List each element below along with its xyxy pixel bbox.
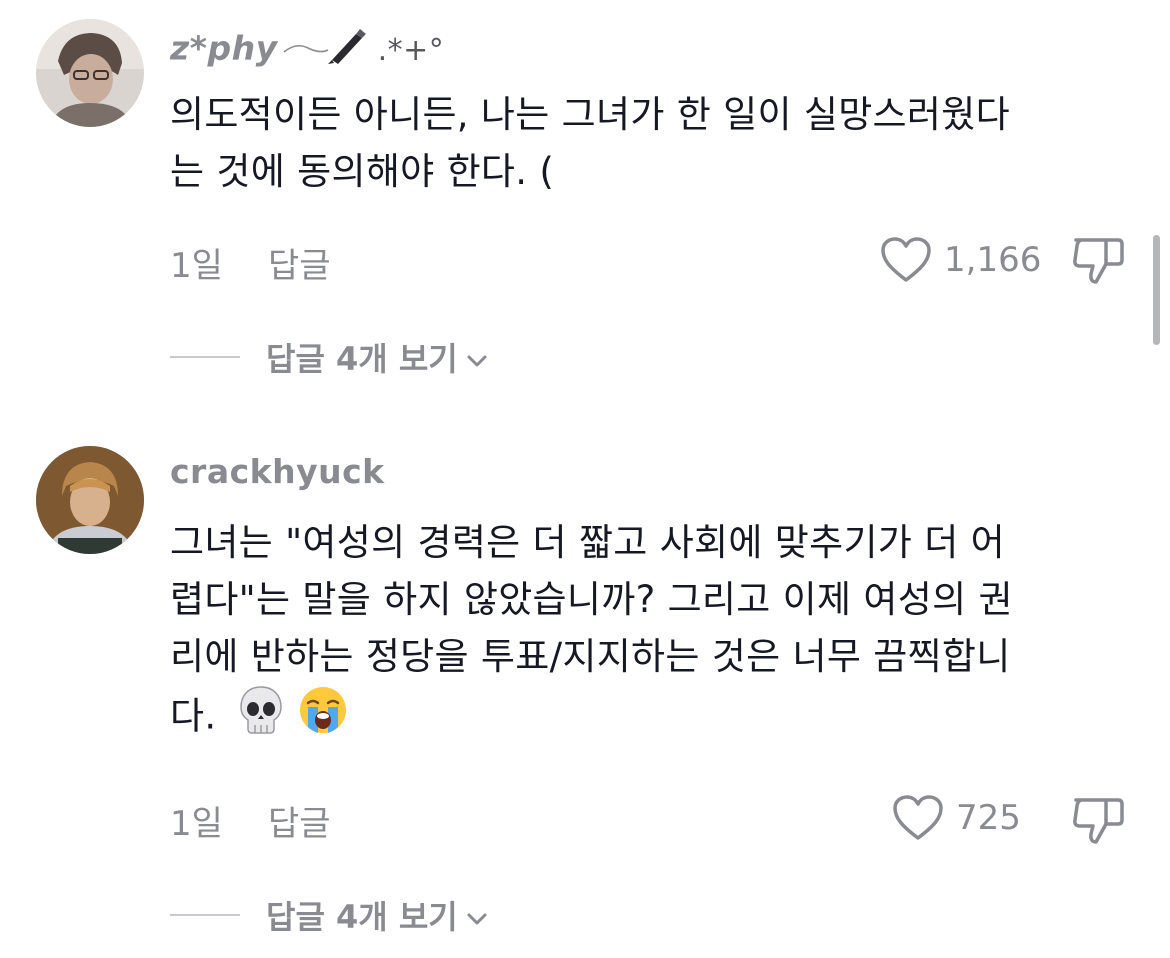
comment-item: crackhyuck 그녀는 "여성의 경력은 더 짧고 사회에 맞추기가 더 … [0, 400, 1170, 958]
comment-time: 1일 [170, 804, 223, 844]
divider [170, 356, 240, 358]
comment-time: 1일 [170, 246, 223, 286]
username[interactable]: crackhyuck [170, 452, 385, 491]
like-button[interactable]: 725 [892, 794, 1021, 842]
username[interactable]: z*phy .*+° [170, 26, 444, 74]
view-replies-button[interactable]: 답글 4개 보기 [170, 334, 488, 380]
avatar-image [36, 446, 144, 554]
username-text: z*phy [170, 28, 278, 68]
thumbs-down-outline-icon [1070, 794, 1126, 848]
comment-text-line: 는 것에 동의해야 한다. ( [170, 150, 555, 193]
thumbs-down-outline-icon [1070, 234, 1126, 288]
comment-text-line: 다. [170, 694, 217, 738]
like-count: 725 [956, 798, 1021, 838]
comment-text-line: 렵다"는 말을 하지 않았습니까? 그리고 이제 여성의 권 [170, 578, 1013, 621]
pen-icon [282, 26, 368, 74]
comment-text-line-last: 다. [170, 685, 1130, 751]
comment-text-line: 의도적이든 아니든, 나는 그녀가 한 일이 실망스러웠다 [170, 93, 1010, 136]
chevron-down-icon [466, 338, 488, 376]
comment-text-line: 리에 반하는 정당을 투표/지지하는 것은 너무 끔찍합니 [170, 635, 1011, 678]
skull-emoji [238, 685, 284, 751]
reply-button[interactable]: 답글 [268, 238, 331, 287]
divider [170, 914, 240, 916]
avatar[interactable] [36, 446, 144, 554]
comment-item: z*phy .*+° 의도적이든 아니든, 나는 그녀가 한 일이 실망스러웠다 … [0, 0, 1170, 400]
like-button[interactable]: 1,166 [880, 236, 1041, 284]
comment-text-line: 그녀는 "여성의 경력은 더 짧고 사회에 맞추기가 더 어 [170, 521, 1005, 564]
comment-meta: 1일 답글 [170, 796, 331, 845]
dislike-button[interactable] [1070, 234, 1126, 288]
view-replies-button[interactable]: 답글 4개 보기 [170, 892, 488, 938]
username-text: crackhyuck [170, 452, 385, 491]
loudly-crying-face-emoji [298, 685, 348, 751]
heart-outline-icon [880, 236, 932, 284]
dislike-button[interactable] [1070, 794, 1126, 848]
scrollbar[interactable] [1153, 235, 1160, 345]
chevron-down-icon [466, 896, 488, 934]
avatar[interactable] [36, 19, 144, 127]
heart-outline-icon [892, 794, 944, 842]
comment-text: 의도적이든 아니든, 나는 그녀가 한 일이 실망스러웠다 는 것에 동의해야 … [170, 86, 1130, 200]
view-replies-label: 답글 4개 보기 [266, 898, 458, 936]
like-count: 1,166 [944, 240, 1042, 280]
avatar-image [36, 19, 144, 127]
comment-text: 그녀는 "여성의 경력은 더 짧고 사회에 맞추기가 더 어 렵다"는 말을 하… [170, 514, 1130, 751]
comment-meta: 1일 답글 [170, 238, 331, 287]
username-suffix: .*+° [377, 32, 445, 68]
reply-button[interactable]: 답글 [268, 796, 331, 845]
view-replies-label: 답글 4개 보기 [266, 340, 458, 378]
